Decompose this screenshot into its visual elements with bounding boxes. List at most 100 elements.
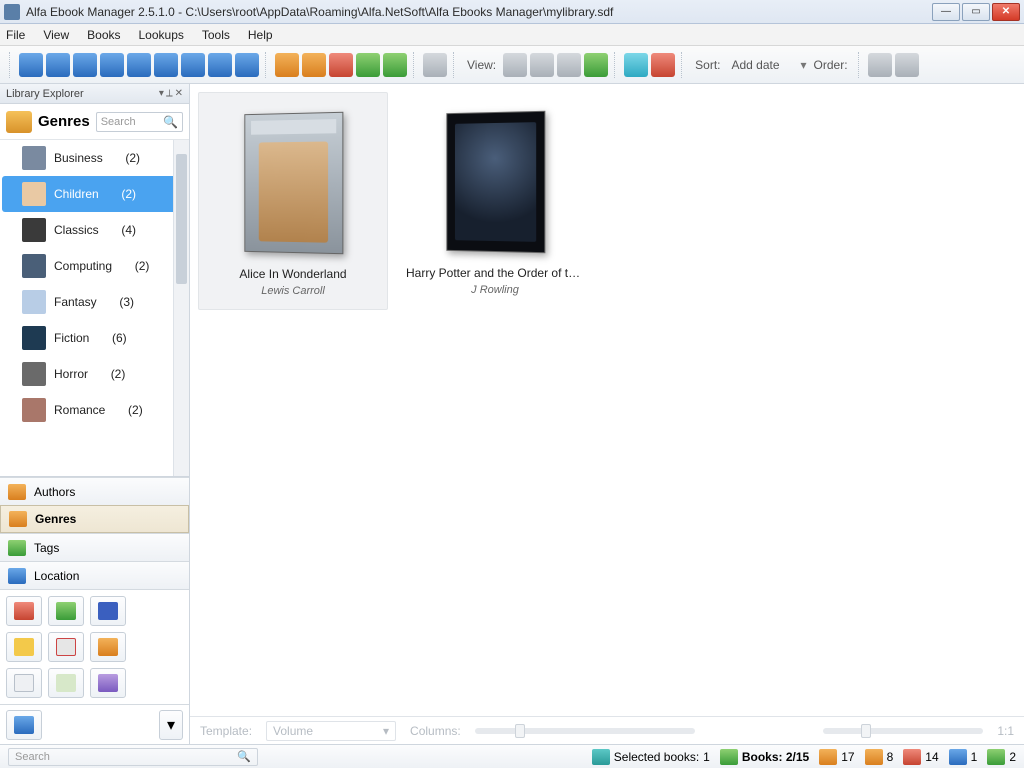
- genre-scrollbar[interactable]: [173, 140, 189, 476]
- nav-tab-authors[interactable]: Authors: [0, 477, 189, 505]
- sort-value-dropdown[interactable]: Add date: [727, 58, 797, 72]
- genre-item-computing[interactable]: Computing (2): [0, 248, 189, 284]
- nav-tab-tags[interactable]: Tags: [0, 533, 189, 561]
- toolbar-sep-3: [453, 52, 457, 78]
- update-web-icon[interactable]: [154, 53, 178, 77]
- genre-name: Fiction: [54, 331, 89, 345]
- book-card-icon[interactable]: [127, 53, 151, 77]
- package-button[interactable]: [90, 632, 126, 662]
- genre-item-fantasy[interactable]: Fantasy (3): [0, 284, 189, 320]
- nav-label: Location: [34, 569, 79, 583]
- nav-label: Genres: [35, 512, 76, 526]
- close-button[interactable]: ✕: [992, 3, 1020, 21]
- book-card-harry-potter[interactable]: Harry Potter and the Order of the Ph... …: [400, 92, 590, 308]
- series-icon[interactable]: [356, 53, 380, 77]
- selected-books-status: Selected books: 1: [592, 749, 710, 765]
- count-value: 2: [1009, 750, 1016, 764]
- sidebar-bottom: ▾: [0, 704, 189, 744]
- genre-thumb-icon: [22, 182, 46, 206]
- publishers-icon[interactable]: [329, 53, 353, 77]
- menu-books[interactable]: Books: [87, 28, 120, 42]
- authors-count-icon: [819, 749, 837, 765]
- menu-help[interactable]: Help: [248, 28, 273, 42]
- panel-icon[interactable]: [895, 53, 919, 77]
- menu-file[interactable]: File: [6, 28, 25, 42]
- star-icon: [14, 638, 34, 656]
- edit-book-icon[interactable]: [100, 53, 124, 77]
- home-button[interactable]: [6, 710, 42, 740]
- view-covers-icon[interactable]: [584, 53, 608, 77]
- remove-books-icon[interactable]: [235, 53, 259, 77]
- minimize-button[interactable]: —: [932, 3, 960, 21]
- delete-book-icon[interactable]: [208, 53, 232, 77]
- columns-slider[interactable]: [475, 728, 695, 734]
- genre-item-classics[interactable]: Classics (4): [0, 212, 189, 248]
- favorites-button[interactable]: [6, 596, 42, 626]
- genre-item-fiction[interactable]: Fiction (6): [0, 320, 189, 356]
- publishers-count-status: 14: [903, 749, 938, 765]
- selected-icon: [592, 749, 610, 765]
- status-search-input[interactable]: Search 🔍: [8, 748, 258, 766]
- zoom-slider[interactable]: [823, 728, 983, 734]
- tags-icon[interactable]: [383, 53, 407, 77]
- star-button[interactable]: [6, 632, 42, 662]
- add-ebook-icon[interactable]: [46, 53, 70, 77]
- book-card-alice[interactable]: Alice In Wonderland Lewis Carroll: [198, 92, 388, 310]
- view-label: View:: [463, 58, 500, 72]
- close-panel-icon[interactable]: ✕: [175, 88, 183, 99]
- selected-count: 1: [703, 750, 710, 764]
- genres-icon[interactable]: [302, 53, 326, 77]
- authors-icon[interactable]: [275, 53, 299, 77]
- genres-nav-icon: [9, 511, 27, 527]
- calendar-button[interactable]: [48, 632, 84, 662]
- document-icon: [14, 674, 34, 692]
- template-dropdown[interactable]: Volume▾: [266, 721, 396, 741]
- database-button[interactable]: [90, 668, 126, 698]
- document-button[interactable]: [6, 668, 42, 698]
- chevron-down-icon: ▾: [167, 715, 175, 735]
- genre-item-business[interactable]: Business (2): [0, 140, 189, 176]
- menu-lookups[interactable]: Lookups: [139, 28, 184, 42]
- genre-item-romance[interactable]: Romance (2): [0, 392, 189, 428]
- scroll-thumb[interactable]: [176, 154, 187, 284]
- genre-item-horror[interactable]: Horror (2): [0, 356, 189, 392]
- nav-tab-genres[interactable]: Genres: [0, 505, 189, 533]
- genre-item-children[interactable]: Children (2): [2, 176, 187, 212]
- explorer-title: Library Explorer: [6, 88, 84, 100]
- genre-count: (4): [121, 223, 136, 237]
- view-detail-icon[interactable]: [530, 53, 554, 77]
- genre-name: Children: [54, 187, 99, 201]
- sort-chevron-icon[interactable]: ▾: [800, 58, 806, 72]
- search-icon[interactable]: 🔍: [163, 115, 178, 129]
- layout-icon[interactable]: [868, 53, 892, 77]
- library-button[interactable]: [48, 596, 84, 626]
- more-button[interactable]: ▾: [159, 710, 183, 740]
- font-button[interactable]: [90, 596, 126, 626]
- add-book-icon[interactable]: [19, 53, 43, 77]
- template-bar: Template: Volume▾ Columns: 1:1: [190, 716, 1024, 744]
- chevron-down-icon: ▾: [383, 724, 389, 738]
- update-file-icon[interactable]: [181, 53, 205, 77]
- books-count-status: Books: 2/15: [720, 749, 809, 765]
- scan-folder-icon[interactable]: [73, 53, 97, 77]
- menu-tools[interactable]: Tools: [202, 28, 230, 42]
- app-icon: [4, 4, 20, 20]
- slider-knob[interactable]: [861, 724, 871, 738]
- menu-view[interactable]: View: [43, 28, 69, 42]
- maximize-button[interactable]: ▭: [962, 3, 990, 21]
- nav-tab-location[interactable]: Location: [0, 561, 189, 589]
- slider-knob[interactable]: [515, 724, 525, 738]
- location-nav-icon: [8, 568, 26, 584]
- menu-bar: File View Books Lookups Tools Help: [0, 24, 1024, 46]
- refresh-icon[interactable]: [624, 53, 648, 77]
- print-icon[interactable]: [423, 53, 447, 77]
- genres-search-input[interactable]: Search 🔍: [96, 112, 183, 132]
- tags-count-status: 2: [987, 749, 1016, 765]
- dropdown-icon[interactable]: ▾: [159, 88, 164, 99]
- clear-filter-icon[interactable]: [651, 53, 675, 77]
- pin-icon[interactable]: ⟂: [166, 88, 173, 99]
- view-list-icon[interactable]: [503, 53, 527, 77]
- sort-label: Sort:: [691, 58, 724, 72]
- clock-button[interactable]: [48, 668, 84, 698]
- view-thumbs-icon[interactable]: [557, 53, 581, 77]
